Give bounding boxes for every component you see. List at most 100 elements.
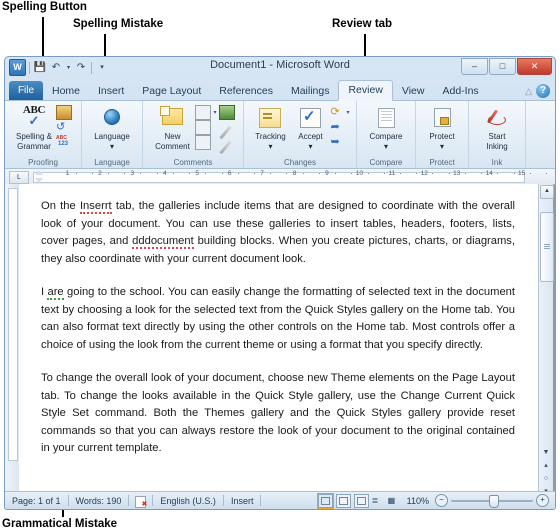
document-text-body[interactable]: On the Inserrt tab, the galleries includ… <box>19 184 539 458</box>
paragraph-text-run[interactable]: On the <box>41 200 80 212</box>
proofing-small-buttons[interactable]: ↺ ABC 123 <box>56 103 72 149</box>
new-comment-button[interactable]: New Comment <box>151 103 193 151</box>
protect-caret-icon[interactable]: ▾ <box>440 142 444 151</box>
minimize-ribbon-icon[interactable]: △ <box>525 86 532 97</box>
ruler-tick: 7 <box>260 170 264 177</box>
ruler-dot <box>318 173 320 174</box>
previous-comment-icon <box>195 119 212 135</box>
paragraph-text-run[interactable]: going to the school. You can easily chan… <box>41 286 515 351</box>
ruler-dot <box>189 173 191 174</box>
tracking-caret-icon[interactable]: ▾ <box>268 142 272 151</box>
indent-marker[interactable] <box>35 170 43 183</box>
status-right-controls[interactable]: ≣ ▦ 110% − + <box>316 492 555 509</box>
proofing-errors-icon[interactable] <box>134 495 147 508</box>
ruler-tick: 15 <box>518 170 526 177</box>
tab-page-layout[interactable]: Page Layout <box>133 82 210 100</box>
compare-caret-icon[interactable]: ▾ <box>384 142 388 151</box>
vertical-scroll-thumb[interactable] <box>540 212 554 282</box>
full-screen-reading-view-button[interactable] <box>335 493 351 508</box>
scroll-down-button[interactable]: ▼ <box>540 447 552 459</box>
insert-mode-indicator[interactable]: Insert <box>224 496 261 506</box>
comments-small-col-1[interactable]: ▾ <box>195 103 217 150</box>
zoom-in-button[interactable]: + <box>536 494 549 507</box>
next-change-button[interactable]: ➥ <box>330 135 349 149</box>
horizontal-ruler[interactable]: L 1 2 3 4 5 6 7 8 9 10 11 12 13 14 15 <box>5 169 555 185</box>
delete-comment-caret-icon[interactable]: ▾ <box>213 109 216 116</box>
web-layout-view-button[interactable] <box>353 493 369 508</box>
status-divider-2 <box>128 495 130 506</box>
vertical-scrollbar[interactable]: ▲ ▼ ▴ ○ ▾ <box>538 184 554 501</box>
status-bar[interactable]: Page: 1 of 1 Words: 190 English (U.S.) I… <box>5 491 555 509</box>
comments-small-col-2[interactable] <box>218 103 235 154</box>
spelling-error-text[interactable]: Inserrt <box>79 200 112 214</box>
changes-small-buttons[interactable]: ⟳ ▾ ➦ ➥ <box>330 103 349 149</box>
previous-page-icon[interactable]: ▴ <box>540 460 552 472</box>
document-paragraph[interactable]: To change the overall look of your docum… <box>41 370 515 458</box>
tab-insert[interactable]: Insert <box>89 82 133 100</box>
zoom-slider-handle[interactable] <box>489 495 499 508</box>
tab-references[interactable]: References <box>210 82 282 100</box>
help-icon[interactable]: ? <box>536 84 550 98</box>
tab-view[interactable]: View <box>393 82 434 100</box>
reject-button[interactable]: ⟳ ▾ <box>330 105 349 119</box>
ribbon[interactable]: ABC ✓ Spelling & Grammar ↺ ABC 123 Proof… <box>5 101 555 169</box>
close-button[interactable]: ✕ <box>517 58 552 75</box>
zoom-slider[interactable] <box>451 495 533 508</box>
delete-comment-button[interactable]: ▾ <box>195 104 217 120</box>
tab-mailings[interactable]: Mailings <box>282 82 339 100</box>
reviewing-pane-button[interactable] <box>219 120 235 139</box>
word-count-indicator[interactable]: Words: 190 <box>69 496 129 506</box>
outline-view-button[interactable]: ≣ <box>372 495 385 507</box>
draft-view-button[interactable]: ▦ <box>388 495 401 507</box>
tab-review[interactable]: Review <box>338 80 393 101</box>
previous-change-button[interactable]: ➦ <box>330 120 349 134</box>
minimize-button[interactable]: – <box>461 58 488 75</box>
thesaurus-button[interactable]: ↺ <box>56 120 72 134</box>
zoom-level-indicator[interactable]: 110% <box>404 496 432 506</box>
ruler-track[interactable] <box>33 172 525 183</box>
ribbon-tab-right-controls[interactable]: △ ? <box>525 84 550 98</box>
scroll-up-button[interactable]: ▲ <box>540 185 554 199</box>
reviewing-pane-button-2[interactable] <box>219 135 235 154</box>
document-page[interactable]: On the Inserrt tab, the galleries includ… <box>19 184 539 501</box>
zoom-out-button[interactable]: − <box>435 494 448 507</box>
research-button[interactable] <box>56 104 72 120</box>
next-change-icon: ➥ <box>330 135 340 148</box>
accept-caret-icon[interactable]: ▾ <box>308 142 312 151</box>
tracking-button[interactable]: Tracking ▾ <box>250 103 290 151</box>
language-caret-icon[interactable]: ▾ <box>110 142 114 151</box>
show-markup-button[interactable] <box>218 104 235 120</box>
new-comment-label-line2: Comment <box>155 142 190 151</box>
group-label-language: Language <box>94 158 130 167</box>
protect-button[interactable]: Protect ▾ <box>422 103 462 151</box>
language-indicator[interactable]: English (U.S.) <box>153 496 223 506</box>
word-count-button[interactable]: ABC 123 <box>56 135 72 149</box>
previous-comment-button[interactable] <box>195 119 216 135</box>
tab-file[interactable]: File <box>9 81 43 100</box>
grammar-error-text[interactable]: are <box>47 286 64 300</box>
tab-add-ins[interactable]: Add-Ins <box>433 82 487 100</box>
window-controls[interactable]: – □ ✕ <box>461 58 552 75</box>
document-paragraph[interactable]: On the Inserrt tab, the galleries includ… <box>41 198 515 268</box>
start-inking-button[interactable]: Start Inking <box>474 103 520 151</box>
next-comment-button[interactable] <box>195 134 216 150</box>
tab-home[interactable]: Home <box>43 82 89 100</box>
spelling-and-grammar-button[interactable]: ABC ✓ Spelling & Grammar <box>14 103 54 152</box>
print-layout-view-button[interactable] <box>316 492 334 509</box>
language-button[interactable]: Language ▾ <box>89 103 135 151</box>
spelling-error-text[interactable]: dddocument <box>132 235 194 249</box>
page-indicator[interactable]: Page: 1 of 1 <box>5 496 68 506</box>
accept-button[interactable]: Accept ▾ <box>292 103 328 151</box>
vertical-ruler[interactable] <box>5 184 20 501</box>
research-icon <box>56 104 72 120</box>
show-markup-icon <box>218 104 235 120</box>
paragraph-text-run[interactable]: To change the overall look of your docum… <box>41 372 515 454</box>
compare-button[interactable]: Compare ▾ <box>363 103 409 151</box>
restore-button[interactable]: □ <box>489 58 516 75</box>
proofing-buttons: ABC ✓ Spelling & Grammar ↺ ABC 123 <box>14 103 72 157</box>
ribbon-tab-strip[interactable]: File Home Insert Page Layout References … <box>5 80 555 101</box>
select-browse-object-icon[interactable]: ○ <box>540 473 552 485</box>
document-paragraph[interactable]: I are going to the school. You can easil… <box>41 284 515 354</box>
tab-selector-icon[interactable]: L <box>9 171 29 184</box>
reject-caret-icon[interactable]: ▾ <box>346 109 349 116</box>
